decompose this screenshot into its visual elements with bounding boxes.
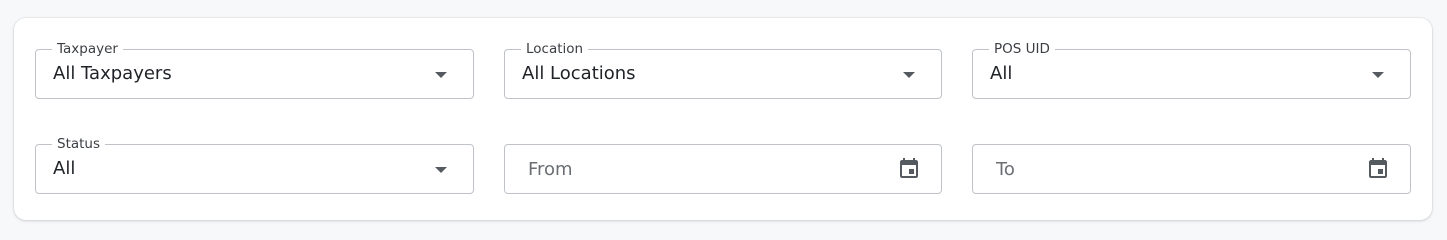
taxpayer-value: All Taxpayers xyxy=(53,63,172,84)
status-select[interactable]: Status All xyxy=(35,136,474,194)
chevron-down-icon[interactable] xyxy=(435,167,447,173)
from-date-placeholder: From xyxy=(528,159,573,180)
calendar-icon[interactable] xyxy=(1366,157,1390,181)
location-value: All Locations xyxy=(522,63,636,84)
calendar-icon[interactable] xyxy=(897,157,921,181)
location-select[interactable]: Location All Locations xyxy=(504,41,942,99)
to-date-field[interactable]: To xyxy=(972,144,1411,194)
to-date-placeholder: To xyxy=(996,159,1015,180)
chevron-down-icon[interactable] xyxy=(1372,72,1384,78)
chevron-down-icon[interactable] xyxy=(435,72,447,78)
taxpayer-select[interactable]: Taxpayer All Taxpayers xyxy=(35,41,474,99)
chevron-down-icon[interactable] xyxy=(903,72,915,78)
pos-uid-value: All xyxy=(990,63,1013,84)
status-value: All xyxy=(53,158,76,179)
from-date-field[interactable]: From xyxy=(504,144,942,194)
status-label: Status xyxy=(52,136,106,152)
filter-panel: Taxpayer All Taxpayers Location All Loca… xyxy=(14,18,1432,220)
taxpayer-label: Taxpayer xyxy=(52,41,123,57)
pos-uid-select[interactable]: POS UID All xyxy=(972,41,1411,99)
location-label: Location xyxy=(521,41,589,57)
pos-uid-label: POS UID xyxy=(989,41,1055,57)
